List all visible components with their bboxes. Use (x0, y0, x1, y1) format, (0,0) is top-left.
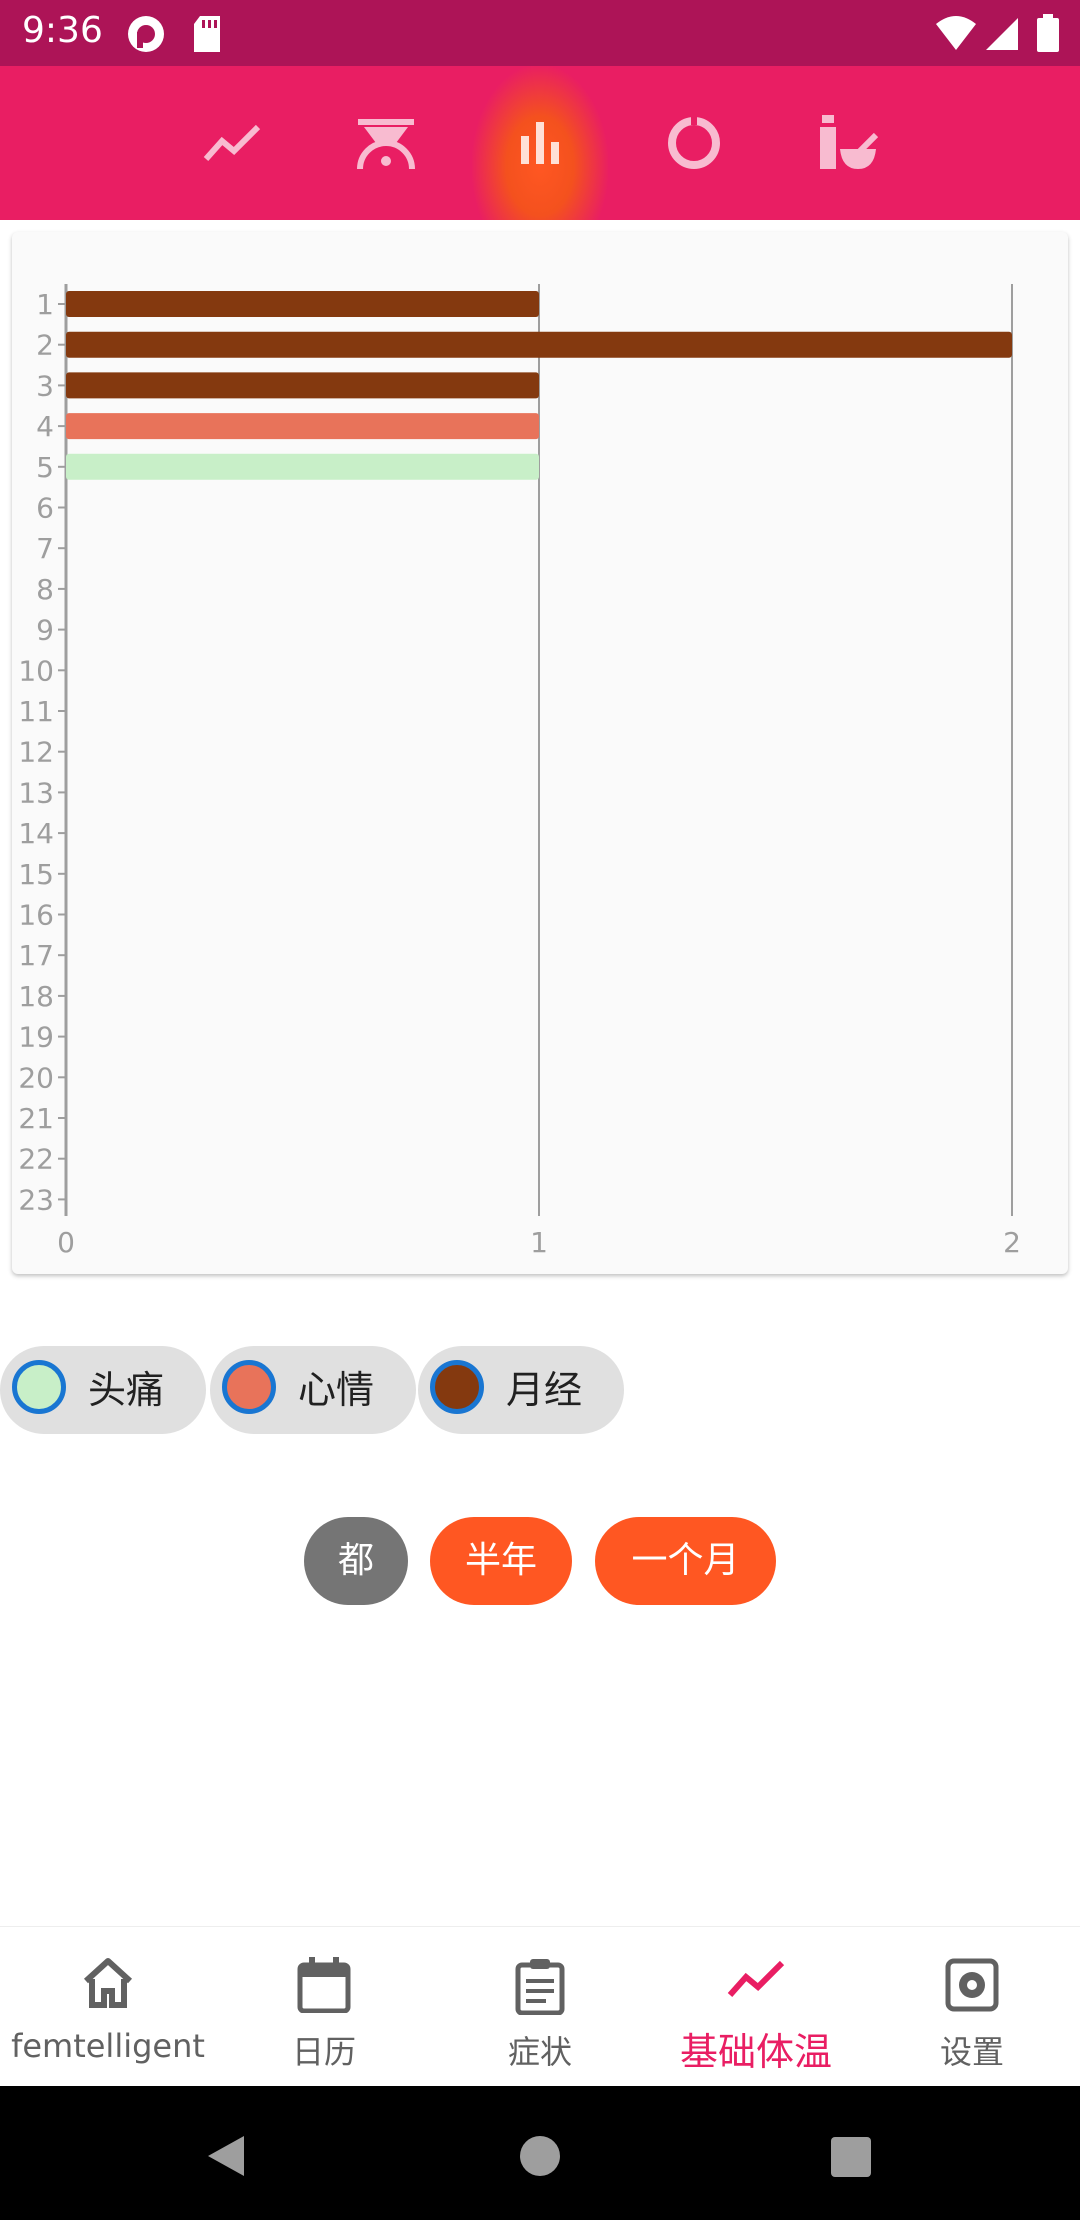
tab-bar-chart[interactable] (472, 66, 608, 220)
bottom-navigation: femtelligent 日历 症状 基础体温 设置 (0, 1926, 1080, 2087)
legend-label: 月经 (506, 1368, 583, 1412)
y-tick-label: 1 (36, 288, 54, 321)
chart-bar (66, 372, 539, 399)
y-tick-label: 6 (36, 492, 54, 525)
line-chart-icon (203, 124, 261, 161)
legend-swatch (12, 1360, 66, 1414)
y-tick-label: 7 (36, 532, 54, 565)
y-tick-label: 10 (18, 654, 54, 687)
y-tick-label: 3 (36, 369, 54, 402)
tab-temperature-gauge[interactable] (318, 66, 454, 220)
bar-chart-icon (521, 122, 559, 164)
x-tick-label: 2 (1003, 1226, 1021, 1259)
y-tick-label: 11 (18, 695, 54, 728)
nav-settings[interactable]: 设置 (864, 1927, 1080, 2087)
chart-bar (66, 331, 1012, 358)
recents-icon[interactable] (830, 2136, 872, 2178)
legend-swatch (430, 1360, 484, 1414)
horizontal-bar-chart: 0 1 21234567891011121314151617181920212223 (18, 284, 1021, 1259)
tab-line-chart[interactable] (164, 66, 300, 220)
pocket-casts-icon (128, 16, 164, 52)
wifi-icon (936, 16, 976, 50)
clipboard-icon (515, 1959, 565, 2015)
y-tick-label: 2 (36, 329, 54, 362)
home-circle-icon[interactable] (518, 2134, 562, 2178)
y-tick-label: 14 (18, 817, 54, 850)
chart-bar (66, 413, 539, 440)
y-tick-label: 16 (18, 899, 54, 932)
home-icon (83, 1958, 133, 2008)
x-tick-label: 0 (57, 1226, 75, 1259)
legend-chip-mood[interactable]: 心情 (210, 1346, 416, 1434)
chart-card: 0 1 2 1 2 3 4 5 6 7 8 9 10 11 12 13 14 15 16 17 18 19 20 21 22 23 (12, 232, 1068, 1274)
settings-icon (945, 1958, 999, 2012)
y-tick-label: 4 (36, 410, 54, 443)
y-tick-label: 18 (18, 980, 54, 1013)
battery-icon (1037, 14, 1059, 52)
nav-label: 症状 (507, 2033, 572, 2071)
nav-label: 设置 (939, 2033, 1004, 2071)
y-tick-label: 8 (36, 573, 54, 606)
nav-label: 基础体温 (679, 2030, 832, 2074)
y-tick-label: 17 (18, 939, 54, 972)
legend-chip-headache[interactable]: 头痛 (0, 1346, 206, 1434)
y-tick-label: 21 (18, 1102, 54, 1135)
chart-bar (66, 453, 539, 480)
nav-label: 日历 (291, 2033, 356, 2071)
calendar-icon (297, 1957, 351, 2013)
status-time: 9:36 (22, 10, 103, 51)
legend-label: 心情 (298, 1368, 375, 1412)
sd-card-icon (194, 16, 220, 52)
tab-donut-chart[interactable] (626, 66, 762, 220)
nav-home[interactable]: femtelligent (0, 1927, 216, 2087)
legend-swatch (222, 1360, 276, 1414)
legend-label: 头痛 (88, 1368, 165, 1412)
y-tick-label: 12 (18, 736, 54, 769)
y-tick-label: 20 (18, 1061, 54, 1094)
legend-chip-period[interactable]: 月经 (418, 1346, 624, 1434)
y-tick-label: 22 (18, 1143, 54, 1176)
nav-calendar[interactable]: 日历 (216, 1927, 432, 2087)
range-half-year-button[interactable]: 半年 (430, 1517, 572, 1605)
y-tick-label: 19 (18, 1021, 54, 1054)
range-one-month-button[interactable]: 一个月 (595, 1517, 776, 1605)
y-tick-label: 13 (18, 776, 54, 809)
thermometer-gauge-icon (357, 119, 415, 170)
range-all-button[interactable]: 都 (304, 1517, 408, 1605)
system-navigation-bar (0, 2086, 1080, 2220)
y-tick-label: 15 (18, 858, 54, 891)
y-tick-label: 9 (36, 614, 54, 647)
trending-line-icon (727, 1960, 785, 1997)
chart-bar (66, 291, 539, 317)
tab-remedies[interactable] (780, 66, 916, 220)
nav-label: femtelligent (11, 2027, 205, 2065)
status-bar: 9:36 (0, 0, 1080, 66)
x-tick-label: 1 (530, 1226, 548, 1259)
chart-type-tabs (0, 66, 1080, 220)
y-tick-label: 23 (18, 1183, 54, 1216)
mortar-pestle-icon (820, 115, 879, 169)
back-icon[interactable] (204, 2132, 248, 2180)
donut-chart-icon (668, 115, 720, 169)
nav-basal-temperature[interactable]: 基础体温 (648, 1927, 864, 2087)
cell-signal-icon (986, 18, 1018, 50)
y-tick-label: 5 (36, 451, 54, 484)
nav-symptoms[interactable]: 症状 (432, 1927, 648, 2087)
